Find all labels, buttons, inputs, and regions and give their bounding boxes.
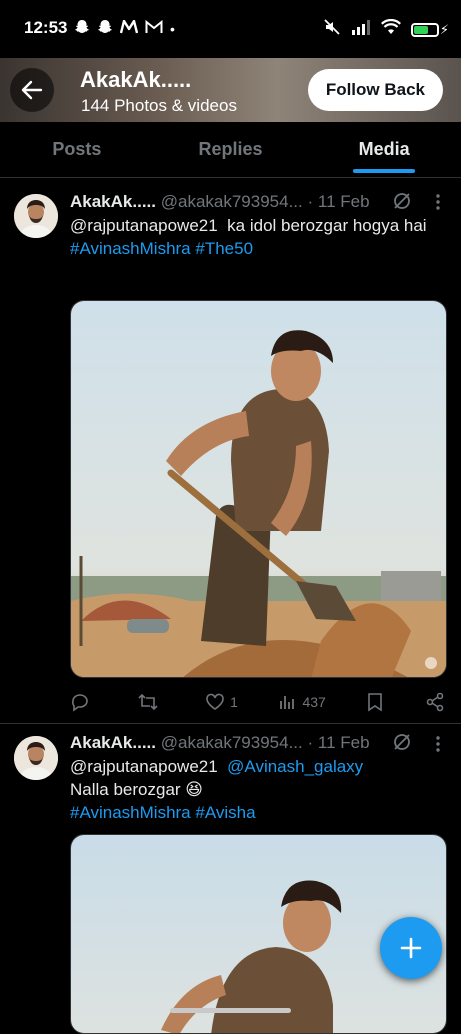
tab-media[interactable]: Media: [307, 122, 461, 177]
mention-link[interactable]: @Avinash_galaxy: [227, 757, 363, 776]
hashtag-link[interactable]: #Avisha: [195, 803, 255, 822]
heart-icon: [206, 693, 224, 710]
profile-name: AkakAk.....: [80, 67, 192, 92]
share-icon: [426, 692, 444, 712]
more-options-icon[interactable]: [430, 192, 446, 212]
active-tab-indicator: [353, 169, 416, 173]
status-dot: •: [170, 20, 175, 37]
home-indicator[interactable]: [170, 1008, 291, 1013]
author-name[interactable]: AkakAk.....: [70, 733, 156, 752]
battery-icon: ⚡: [411, 22, 449, 37]
tab-posts[interactable]: Posts: [0, 122, 154, 177]
repost-button[interactable]: [137, 692, 164, 712]
views-button[interactable]: 437: [279, 693, 326, 711]
grok-icon[interactable]: [392, 191, 412, 211]
post-date: · 11 Feb: [307, 192, 370, 211]
avatar[interactable]: [14, 736, 58, 780]
profile-header: AkakAk..... 144 Photos & videos Follow B…: [0, 58, 461, 122]
signal-icon: [351, 19, 371, 40]
author-handle[interactable]: @akakak793954...: [161, 733, 303, 752]
view-count: 437: [302, 694, 326, 710]
reply-button[interactable]: [70, 692, 95, 712]
mute-icon: [323, 18, 341, 41]
snapchat-icon: [97, 19, 113, 38]
back-button[interactable]: [10, 68, 54, 112]
media-count: 144 Photos & videos: [81, 96, 237, 115]
avatar[interactable]: [14, 194, 58, 238]
medium-icon: [119, 19, 139, 37]
notification-icons: •: [74, 19, 175, 38]
post-body: Nalla berozgar 😆: [70, 780, 204, 799]
author-name[interactable]: AkakAk.....: [70, 192, 156, 211]
gmail-icon: [145, 19, 163, 37]
tab-replies[interactable]: Replies: [154, 122, 308, 177]
more-options-icon[interactable]: [430, 734, 446, 754]
repost-icon: [137, 693, 158, 711]
author-handle[interactable]: @akakak793954...: [161, 192, 303, 211]
post-actions: 1 437: [70, 692, 445, 712]
mention-text[interactable]: @rajputanapowe21: [70, 216, 218, 235]
like-count: 1: [230, 694, 238, 710]
snapchat-icon: [74, 19, 90, 38]
hashtag-link[interactable]: #The50: [195, 239, 253, 258]
plus-icon: [400, 937, 422, 959]
post-text: @rajputanapowe21 @Avinash_galaxy Nalla b…: [70, 755, 440, 824]
status-bar: 12:53 • ⚡: [0, 0, 461, 58]
compose-button[interactable]: [380, 917, 442, 979]
bookmark-button[interactable]: [367, 692, 383, 712]
follow-back-button[interactable]: Follow Back: [307, 69, 443, 111]
tab-posts-label: Posts: [52, 139, 102, 159]
tab-replies-label: Replies: [198, 139, 263, 159]
arrow-left-icon: [21, 80, 43, 100]
reply-icon: [72, 694, 88, 712]
post-image[interactable]: [70, 300, 447, 678]
tab-media-label: Media: [358, 139, 410, 159]
hashtag-link[interactable]: #AvinashMishra: [70, 803, 191, 822]
profile-tabs: Posts Replies Media: [0, 122, 461, 178]
mention-text[interactable]: @rajputanapowe21: [70, 757, 218, 776]
post-text: @rajputanapowe21 ka idol berozgar hogya …: [70, 214, 440, 260]
post-meta: AkakAk..... @akakak793954... · 11 Feb: [70, 192, 370, 212]
grok-icon[interactable]: [392, 732, 412, 752]
post-card[interactable]: AkakAk..... @akakak793954... · 11 Feb @r…: [0, 724, 461, 1034]
post-meta: AkakAk..... @akakak793954... · 11 Feb: [70, 733, 370, 753]
wifi-icon: [381, 18, 401, 40]
media-photo: [71, 301, 446, 677]
hashtag-link[interactable]: #AvinashMishra: [70, 239, 191, 258]
views-icon: [280, 696, 295, 709]
post-card[interactable]: AkakAk..... @akakak793954... · 11 Feb @r…: [0, 178, 461, 723]
post-date: · 11 Feb: [307, 733, 370, 752]
like-button[interactable]: 1: [205, 692, 238, 712]
system-icons: ⚡: [323, 18, 449, 41]
post-body: ka idol berozgar hogya hai: [227, 216, 427, 235]
status-time: 12:53: [24, 18, 68, 37]
share-button[interactable]: [425, 692, 445, 712]
bookmark-icon: [368, 693, 383, 712]
